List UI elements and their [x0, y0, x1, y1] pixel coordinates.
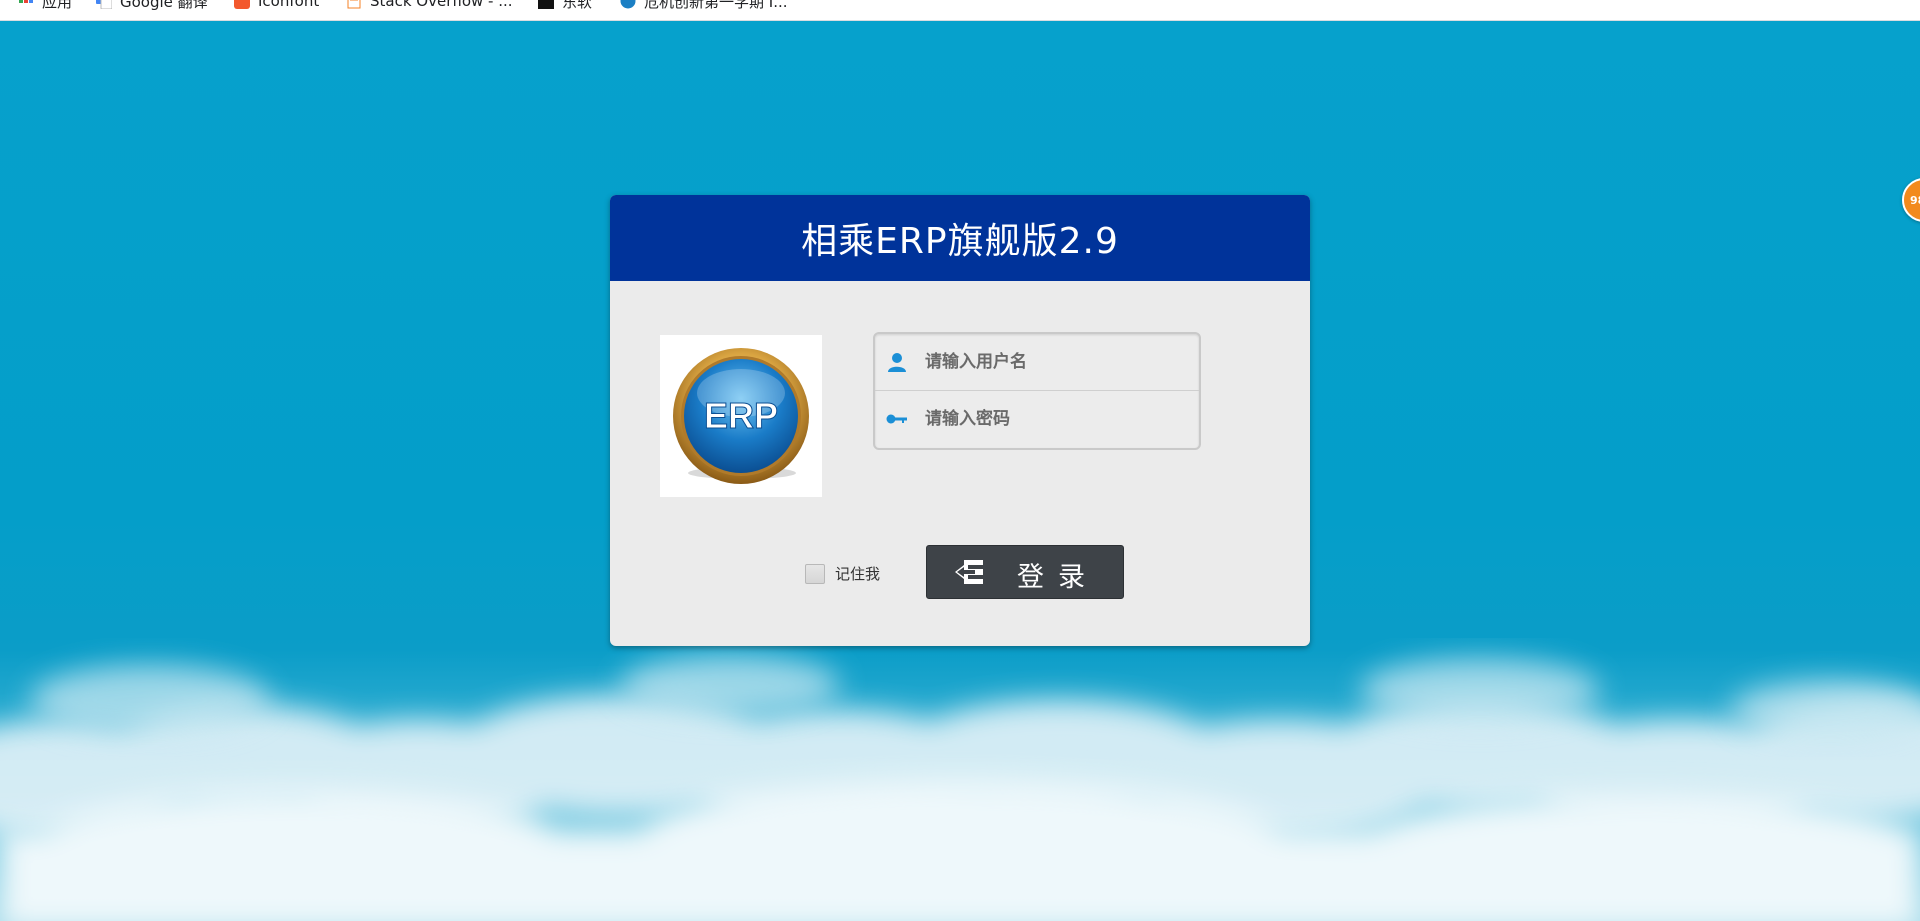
bookmark-google-translate[interactable]: Google 翻译: [96, 0, 208, 11]
remember-me[interactable]: 记住我: [805, 563, 880, 584]
bookmark-stackoverflow[interactable]: Stack Overflow - ...: [346, 0, 513, 11]
erp-logo-icon: ERP: [673, 348, 809, 484]
bookmark-label: 危机创新第一学期 I...: [644, 0, 788, 11]
bookmark-label: 东软: [562, 0, 593, 11]
login-icon: [955, 560, 983, 584]
login-header: 相乘ERP旗舰版2.9: [610, 195, 1310, 281]
login-panel: 相乘ERP旗舰版2.9 ERP 请输入用户名 记住我 登录: [610, 195, 1310, 646]
username-row: [875, 334, 1199, 390]
bookmark-neusoft[interactable]: 东软: [538, 0, 592, 11]
page-title: 相乘ERP旗舰版2.9: [801, 221, 1119, 262]
key-icon: [886, 414, 907, 424]
login-button[interactable]: 登录: [926, 545, 1124, 599]
bookmark-apps[interactable]: 应用: [18, 0, 72, 11]
bookmark-label: 应用: [42, 0, 73, 11]
bookmark-iconfont[interactable]: Iconfont: [234, 0, 319, 11]
remember-label: 记住我: [835, 565, 881, 583]
iconfont-icon: [234, 0, 250, 9]
user-icon: [888, 353, 906, 372]
password-input[interactable]: [923, 408, 1177, 430]
edge-icon: [620, 0, 636, 9]
login-button-label: 登录: [1017, 562, 1099, 593]
password-row: [875, 390, 1199, 447]
username-input[interactable]: [923, 351, 1177, 373]
bookmarks-bar: 应用 Google 翻译 Iconfont Stack Overflow - .…: [0, 0, 1920, 21]
logo-text: ERP: [704, 395, 778, 436]
stackoverflow-icon: [347, 0, 361, 9]
bookmark-edge[interactable]: 危机创新第一学期 I...: [620, 0, 788, 11]
neusoft-icon: [538, 0, 554, 9]
erp-logo: ERP: [660, 335, 822, 497]
badge-text: 98: [1910, 193, 1920, 207]
credentials-group: [873, 332, 1201, 450]
bookmark-label: Stack Overflow - ...: [370, 0, 513, 10]
google-translate-icon: [96, 0, 112, 9]
bookmark-label: Iconfont: [258, 0, 320, 10]
bookmark-label: Google 翻译: [120, 0, 208, 11]
remember-checkbox[interactable]: [805, 563, 825, 584]
apps-grid-icon: [19, 0, 33, 3]
